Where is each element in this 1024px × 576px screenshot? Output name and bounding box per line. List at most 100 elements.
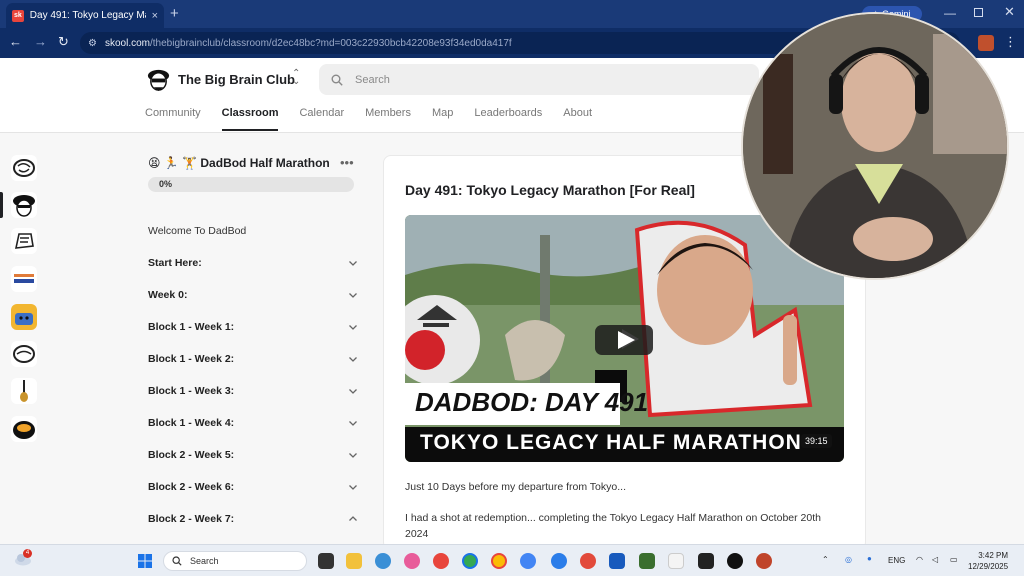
tab-community[interactable]: Community: [145, 107, 201, 131]
group-avatar-sushi[interactable]: [11, 416, 37, 442]
tray-chevron-icon[interactable]: ⌃: [822, 555, 829, 564]
battery-icon[interactable]: ▭: [950, 555, 958, 564]
lesson-label: Block 1 - Week 2:: [148, 353, 235, 365]
search-input[interactable]: Search: [319, 64, 759, 95]
big-brain-club-logo-icon[interactable]: [146, 67, 171, 92]
lesson-item[interactable]: Block 1 - Week 1:: [148, 311, 358, 343]
app-icon-green[interactable]: [639, 553, 655, 569]
chevron-down-icon[interactable]: [348, 322, 358, 332]
chevron-down-icon[interactable]: [348, 258, 358, 268]
group-switcher-icon[interactable]: ⌃ ⌄: [292, 69, 300, 87]
site-info-icon[interactable]: ⚙: [88, 38, 97, 49]
file-explorer-icon[interactable]: [346, 553, 362, 569]
webcam-presenter-image: [743, 14, 1007, 278]
app-icon-orange[interactable]: [756, 553, 772, 569]
language-indicator[interactable]: ENG: [888, 556, 905, 565]
lesson-item[interactable]: Block 2 - Week 5:: [148, 439, 358, 471]
edge-icon[interactable]: [375, 553, 391, 569]
group-switcher-rail: [0, 134, 48, 544]
group-avatar-guitar[interactable]: [11, 378, 37, 404]
lesson-item[interactable]: Block 1 - Week 2:: [148, 343, 358, 375]
url-path: /thebigbrainclub/classroom/d2ec48bc?md=0…: [149, 37, 512, 49]
tab-close-icon[interactable]: ×: [152, 10, 158, 22]
microphone-icon[interactable]: ●: [867, 554, 872, 563]
lesson-item[interactable]: Block 2 - Week 6:: [148, 471, 358, 503]
lesson-label: Week 0:: [148, 289, 188, 301]
app-icon-fm[interactable]: [668, 553, 684, 569]
taskbar-search-input[interactable]: Search: [163, 551, 307, 571]
chrome-icon-2[interactable]: [462, 553, 478, 569]
url-text: skool.com/thebigbrainclub/classroom/d2ec…: [105, 38, 512, 49]
app-icon-dark[interactable]: [698, 553, 714, 569]
tab-title: Day 491: Tokyo Legacy Marathon: [29, 10, 146, 21]
chevron-down-icon[interactable]: [348, 450, 358, 460]
lesson-list: Welcome To DadBod Start Here: Week 0: Block…: [148, 215, 358, 535]
chrome-icon-3[interactable]: [491, 553, 507, 569]
windows-start-icon[interactable]: [138, 554, 152, 568]
tab-members[interactable]: Members: [365, 107, 411, 131]
lesson-label: Block 2 - Week 7:: [148, 513, 235, 525]
lesson-title: Day 491: Tokyo Legacy Marathon [For Real…: [405, 182, 695, 198]
chevron-down-icon[interactable]: [348, 290, 358, 300]
group-avatar-brain[interactable]: [11, 155, 37, 181]
app-icon-blue[interactable]: [551, 553, 567, 569]
chrome-icon-4[interactable]: [520, 553, 536, 569]
group-nav-tabs: Community Classroom Calendar Members Map…: [145, 107, 592, 131]
maximize-window-icon[interactable]: [974, 8, 983, 17]
lesson-item[interactable]: Week 0:: [148, 279, 358, 311]
back-arrow-icon[interactable]: ←: [9, 34, 22, 49]
browser-menu-icon[interactable]: ⋮: [1004, 34, 1017, 50]
app-icon-red[interactable]: [580, 553, 596, 569]
lesson-paragraph-2: I had a shot at redemption... completing…: [405, 512, 821, 540]
taskbar-search-label: Search: [190, 556, 219, 566]
wifi-icon[interactable]: ◠: [916, 555, 923, 564]
app-icon-media[interactable]: [727, 553, 743, 569]
group-avatar-cat[interactable]: [11, 304, 37, 330]
forward-arrow-icon[interactable]: →: [34, 34, 47, 49]
tab-classroom[interactable]: Classroom: [221, 107, 279, 131]
group-avatar-big-brain-club[interactable]: [11, 192, 37, 218]
course-options-icon[interactable]: •••: [340, 155, 354, 170]
lesson-item[interactable]: Welcome To DadBod: [148, 215, 358, 247]
lesson-item[interactable]: Block 2 - Week 7:: [148, 503, 358, 535]
course-progress-bar: 0%: [148, 177, 354, 192]
word-icon[interactable]: [609, 553, 625, 569]
close-window-icon[interactable]: ✕: [1004, 4, 1015, 20]
tab-about[interactable]: About: [563, 107, 592, 131]
webcam-overlay: [741, 12, 1009, 280]
tab-leaderboards[interactable]: Leaderboards: [474, 107, 542, 131]
chevron-down-icon[interactable]: [348, 418, 358, 428]
chrome-icon-1[interactable]: [433, 553, 449, 569]
taskbar-clock[interactable]: 3:42 PM 12/29/2025: [968, 550, 1008, 572]
chevron-up-icon[interactable]: [348, 514, 358, 524]
group-avatar-community-business[interactable]: [11, 266, 37, 292]
tab-map[interactable]: Map: [432, 107, 453, 131]
search-placeholder: Search: [355, 73, 390, 86]
lesson-item[interactable]: Start Here:: [148, 247, 358, 279]
new-tab-button[interactable]: +: [170, 5, 179, 22]
task-view-icon[interactable]: [318, 553, 334, 569]
chevron-down-icon[interactable]: [348, 482, 358, 492]
app-icon-photos[interactable]: [404, 553, 420, 569]
lesson-paragraph-1: Just 10 Days before my departure from To…: [405, 481, 626, 493]
browser-tab-active[interactable]: sk Day 491: Tokyo Legacy Marathon ×: [6, 3, 164, 28]
profile-avatar-icon[interactable]: [978, 35, 994, 51]
tray-sync-icon[interactable]: ◎: [845, 555, 852, 564]
group-avatar-brain-sketch[interactable]: [11, 341, 37, 367]
volume-icon[interactable]: ◁: [932, 555, 938, 564]
lesson-label: Block 2 - Week 5:: [148, 449, 235, 461]
lesson-label: Start Here:: [148, 257, 202, 269]
lesson-item[interactable]: Block 1 - Week 3:: [148, 375, 358, 407]
notification-badge: 4: [23, 549, 32, 558]
minimize-window-icon[interactable]: —: [944, 6, 956, 20]
lesson-label: Block 2 - Week 6:: [148, 481, 235, 493]
chevron-down-icon[interactable]: [348, 386, 358, 396]
group-avatar-sketch-brain[interactable]: [11, 228, 37, 254]
windows-taskbar: 4 Search ⌃ ◎ ● ENG ◠ ◁ ▭ 3:42 PM 12/29/2…: [0, 544, 1024, 576]
lesson-item[interactable]: Block 1 - Week 4:: [148, 407, 358, 439]
group-name[interactable]: The Big Brain Club: [178, 72, 295, 87]
reload-icon[interactable]: ↻: [58, 34, 69, 50]
chevron-down-icon[interactable]: [348, 354, 358, 364]
video-player[interactable]: DADBOD: DAY 491 TOKYO LEGACY HALF MARATH…: [405, 215, 844, 462]
tab-calendar[interactable]: Calendar: [299, 107, 344, 131]
